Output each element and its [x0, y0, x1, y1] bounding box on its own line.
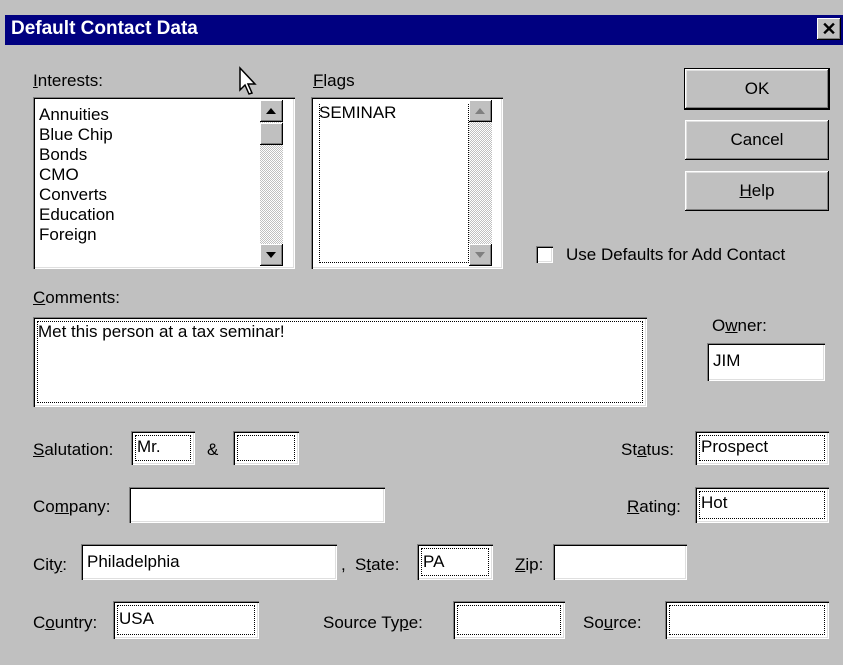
salutation-value: Mr. [137, 437, 161, 456]
flags-listbox[interactable]: SEMINAR [311, 97, 503, 269]
company-input[interactable] [129, 487, 385, 523]
salutation-ampersand: & [207, 440, 219, 459]
use-defaults-label[interactable]: Use Defaults for Add Contact [566, 245, 785, 265]
list-item[interactable]: Converts [39, 185, 254, 205]
source-focus-rect [669, 605, 825, 635]
status-label: Status: [621, 440, 674, 459]
arrow-down-icon [475, 252, 485, 258]
comments-label: Comments: [33, 288, 120, 307]
zip-label: Zip: [515, 555, 544, 574]
ok-button[interactable]: OK [685, 69, 829, 109]
comments-textarea[interactable]: Met this person at a tax seminar! [33, 317, 647, 407]
arrow-cursor-icon [239, 66, 257, 95]
salutation-label: Salutation: [33, 440, 114, 459]
city-comma: , [341, 555, 346, 574]
list-item[interactable]: Bonds [39, 145, 254, 165]
scroll-down-button[interactable] [260, 244, 283, 266]
company-label: Company: [33, 497, 111, 516]
cancel-button[interactable]: Cancel [685, 120, 829, 160]
state-input[interactable]: PA [417, 544, 493, 580]
state-value: PA [423, 552, 445, 571]
status-value: Prospect [701, 437, 769, 456]
owner-label: Owner: [712, 316, 767, 335]
list-item[interactable]: Education [39, 205, 254, 225]
flags-label: Flags [313, 71, 355, 90]
list-item[interactable]: CMO [39, 165, 254, 185]
rating-value: Hot [701, 493, 728, 512]
list-item[interactable]: SEMINAR [319, 103, 396, 123]
interests-list: Annuities Blue Chip Bonds CMO Converts E… [39, 105, 254, 263]
interests-listbox[interactable]: Annuities Blue Chip Bonds CMO Converts E… [33, 97, 295, 269]
city-label: City: [33, 555, 68, 574]
list-item[interactable]: Foreign [39, 225, 254, 245]
country-value: USA [119, 609, 154, 628]
arrow-down-icon [266, 252, 276, 258]
flags-list: SEMINAR [319, 103, 396, 123]
scroll-thumb[interactable] [260, 123, 283, 145]
scroll-up-button[interactable] [260, 100, 283, 122]
interests-label: Interests: [33, 71, 103, 90]
flags-scrollbar[interactable] [469, 100, 492, 266]
rating-label: Rating: [627, 497, 681, 516]
owner-value: JIM [713, 351, 741, 370]
source-type-input[interactable] [453, 601, 565, 639]
close-button[interactable]: ✕ [817, 18, 841, 40]
country-label: Country: [33, 613, 98, 632]
default-contact-data-dialog: Default Contact Data ✕ Interests: Annuit… [0, 0, 843, 665]
country-input[interactable]: USA [113, 601, 259, 639]
interests-scrollbar[interactable] [260, 100, 283, 266]
source-type-focus-rect [457, 605, 561, 635]
flags-focus-rect [319, 104, 469, 263]
city-input[interactable]: Philadelphia [81, 544, 337, 580]
status-input[interactable]: Prospect [695, 431, 829, 465]
list-item[interactable]: Blue Chip [39, 125, 254, 145]
list-item[interactable]: Annuities [39, 105, 254, 125]
zip-input[interactable] [553, 544, 687, 580]
source-label: Source: [583, 613, 642, 632]
source-input[interactable] [665, 601, 829, 639]
help-button[interactable]: Help [685, 171, 829, 211]
scroll-up-button[interactable] [469, 100, 492, 122]
dialog-body: Interests: Annuities Blue Chip Bonds CMO… [5, 45, 843, 665]
arrow-up-icon [266, 108, 276, 114]
window-title: Default Contact Data [11, 18, 198, 39]
comments-value: Met this person at a tax seminar! [38, 322, 285, 341]
salutation-input[interactable]: Mr. [131, 431, 195, 465]
state-label: State: [355, 555, 400, 574]
title-bar: Default Contact Data ✕ [5, 15, 843, 45]
owner-input[interactable]: JIM [707, 343, 825, 381]
source-type-label: Source Type: [323, 613, 423, 632]
close-icon: ✕ [821, 19, 837, 39]
arrow-up-icon [475, 108, 485, 114]
scroll-down-button[interactable] [469, 244, 492, 266]
rating-input[interactable]: Hot [695, 487, 829, 523]
salutation2-focus-rect [237, 435, 295, 461]
salutation2-input[interactable] [233, 431, 299, 465]
city-value: Philadelphia [87, 552, 180, 571]
use-defaults-checkbox[interactable] [536, 246, 553, 263]
